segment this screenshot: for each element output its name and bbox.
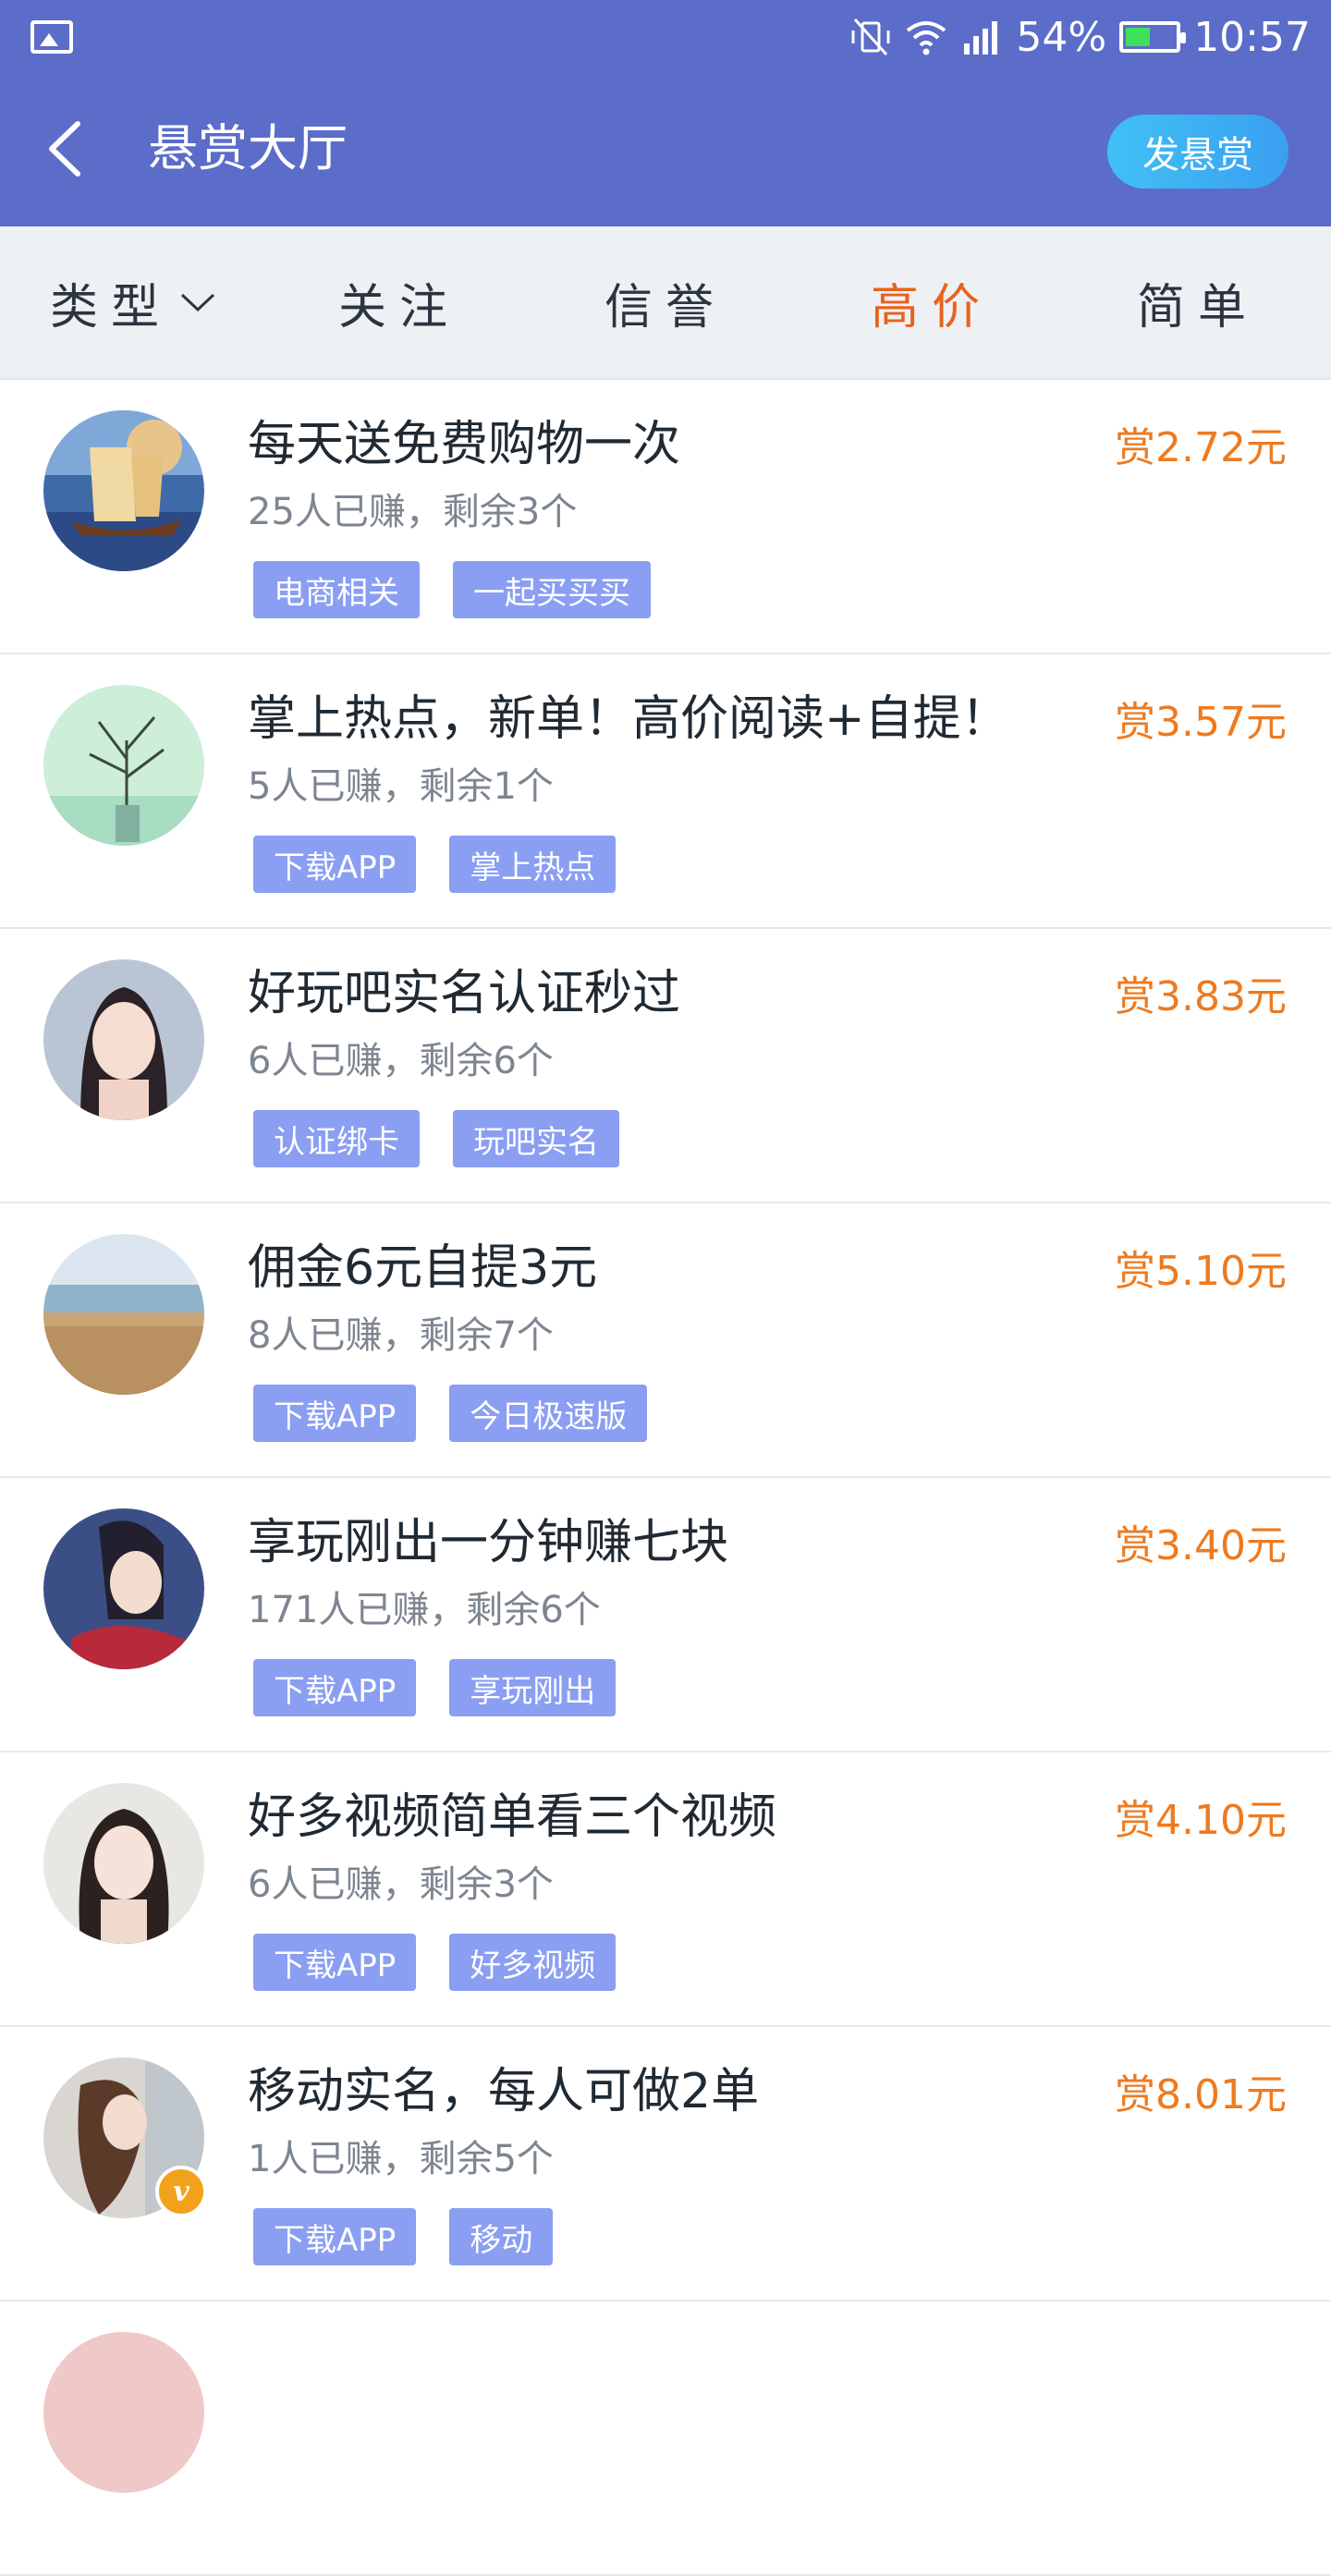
- status-bar: 54% 10:57: [0, 0, 1331, 74]
- avatar: [43, 2332, 204, 2493]
- tag: 下载APP: [253, 836, 417, 893]
- task-tags: 下载APP 好多视频: [253, 1934, 617, 1991]
- tab-follow[interactable]: 关注: [266, 226, 532, 378]
- avatar: [43, 410, 204, 571]
- tab-high-price[interactable]: 高价: [799, 226, 1065, 378]
- task-title: 每天送免费购物一次: [248, 417, 681, 472]
- task-item[interactable]: 每天送免费购物一次 25人已赚，剩余3个 赏2.72元 电商相关 一起买买买: [0, 380, 1331, 654]
- task-tags: 电商相关 一起买买买: [253, 561, 651, 618]
- wifi-icon: [907, 21, 946, 55]
- task-tags: 下载APP 掌上热点: [253, 836, 617, 893]
- status-icons: 54% 10:57: [849, 11, 1311, 63]
- task-list: 每天送免费购物一次 25人已赚，剩余3个 赏2.72元 电商相关 一起买买买 掌…: [0, 380, 1331, 2576]
- task-reward: 赏3.40元: [1115, 1522, 1287, 1569]
- task-reward: 赏3.83元: [1115, 973, 1287, 1020]
- tab-label: 关注: [337, 279, 460, 336]
- task-meta: 5人已赚，剩余1个: [248, 765, 554, 808]
- task-reward: 赏3.57元: [1115, 699, 1287, 746]
- title-bar: 悬赏大厅 发悬赏: [0, 74, 1331, 226]
- avatar: [43, 685, 204, 846]
- tab-label: 类型: [49, 279, 172, 336]
- task-title: 好玩吧实名认证秒过: [248, 966, 681, 1021]
- task-meta: 6人已赚，剩余3个: [248, 1863, 554, 1906]
- battery-percent: 54%: [1016, 13, 1107, 61]
- tag: 下载APP: [253, 2208, 417, 2265]
- tag: 下载APP: [253, 1659, 417, 1716]
- tag: 下载APP: [253, 1385, 417, 1442]
- image-icon: [31, 20, 73, 54]
- tag: 今日极速版: [449, 1385, 648, 1442]
- task-meta: 171人已赚，剩余6个: [248, 1589, 601, 1631]
- task-meta: 25人已赚，剩余3个: [248, 491, 578, 533]
- task-item[interactable]: 享玩刚出一分钟赚七块 171人已赚，剩余6个 赏3.40元 下载APP 享玩刚出: [0, 1478, 1331, 1752]
- tab-simple[interactable]: 简单: [1065, 226, 1331, 378]
- page-title: 悬赏大厅: [148, 119, 348, 177]
- avatar: [43, 1234, 204, 1395]
- task-item[interactable]: 掌上热点，新单！高价阅读+自提！ 5人已赚，剩余1个 赏3.57元 下载APP …: [0, 654, 1331, 929]
- avatar: [43, 1508, 204, 1669]
- tag: 电商相关: [253, 561, 420, 618]
- battery-icon: [1119, 21, 1187, 53]
- chevron-down-icon: [180, 293, 215, 312]
- tab-type[interactable]: 类型: [0, 226, 266, 378]
- clock: 10:57: [1193, 13, 1311, 61]
- tag: 下载APP: [253, 1934, 417, 1991]
- task-reward: 赏5.10元: [1115, 1248, 1287, 1295]
- task-item[interactable]: 佣金6元自提3元 8人已赚，剩余7个 赏5.10元 下载APP 今日极速版: [0, 1203, 1331, 1478]
- back-arrow-icon[interactable]: [46, 120, 83, 177]
- task-tags: 下载APP 今日极速版: [253, 1385, 648, 1442]
- task-meta: 6人已赚，剩余6个: [248, 1040, 554, 1082]
- task-tags: 下载APP 移动: [253, 2208, 554, 2265]
- tab-reputation[interactable]: 信誉: [532, 226, 799, 378]
- task-reward: 赏2.72元: [1115, 424, 1287, 471]
- tab-label: 信誉: [604, 279, 727, 336]
- task-title: 佣金6元自提3元: [248, 1240, 598, 1296]
- task-tags: 下载APP 享玩刚出: [253, 1659, 617, 1716]
- post-bounty-button[interactable]: 发悬赏: [1107, 115, 1288, 189]
- tag: 认证绑卡: [253, 1110, 420, 1167]
- task-item[interactable]: 好玩吧实名认证秒过 6人已赚，剩余6个 赏3.83元 认证绑卡 玩吧实名: [0, 929, 1331, 1203]
- task-reward: 赏4.10元: [1115, 1797, 1287, 1844]
- verified-badge-icon: v: [155, 2166, 207, 2217]
- app-bar: 54% 10:57 悬赏大厅 发悬赏: [0, 0, 1331, 226]
- signal-icon: [964, 21, 998, 55]
- tag: 移动: [449, 2208, 554, 2265]
- task-meta: 1人已赚，剩余5个: [248, 2138, 554, 2180]
- task-title: 好多视频简单看三个视频: [248, 1789, 777, 1845]
- task-item[interactable]: v 移动实名，每人可做2单 1人已赚，剩余5个 赏8.01元 下载APP 移动: [0, 2027, 1331, 2301]
- tag: 享玩刚出: [449, 1659, 617, 1716]
- task-item-partial[interactable]: [0, 2301, 1331, 2576]
- task-meta: 8人已赚，剩余7个: [248, 1314, 554, 1357]
- task-title: 享玩刚出一分钟赚七块: [248, 1515, 729, 1570]
- vibrate-off-icon: [851, 18, 890, 56]
- filter-tabs: 类型 关注 信誉 高价 简单: [0, 226, 1331, 380]
- task-title: 移动实名，每人可做2单: [248, 2064, 760, 2119]
- tab-label: 简单: [1136, 279, 1259, 336]
- avatar: [43, 959, 204, 1120]
- avatar: [43, 1783, 204, 1944]
- task-title: 掌上热点，新单！高价阅读+自提！: [248, 691, 1009, 747]
- tag: 一起买买买: [453, 561, 651, 618]
- tab-label: 高价: [870, 279, 993, 336]
- task-tags: 认证绑卡 玩吧实名: [253, 1110, 619, 1167]
- task-item[interactable]: 好多视频简单看三个视频 6人已赚，剩余3个 赏4.10元 下载APP 好多视频: [0, 1752, 1331, 2027]
- task-reward: 赏8.01元: [1115, 2071, 1287, 2118]
- tag: 掌上热点: [449, 836, 617, 893]
- tag: 好多视频: [449, 1934, 617, 1991]
- tag: 玩吧实名: [453, 1110, 619, 1167]
